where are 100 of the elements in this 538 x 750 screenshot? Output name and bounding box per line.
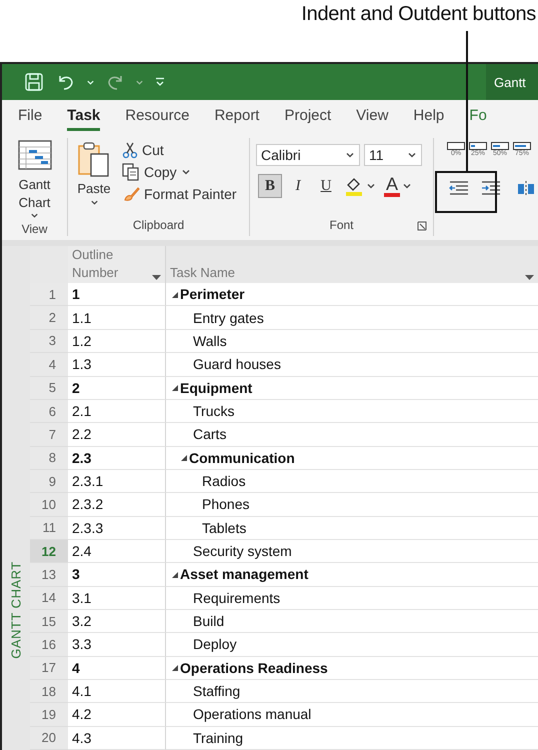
table-cell: Tablets [166, 516, 538, 540]
table-cell: 1.3 [68, 353, 166, 376]
table-cell: Deploy [166, 633, 538, 657]
table-cell: Perimeter [166, 283, 538, 306]
row-number[interactable]: 2 [30, 306, 68, 330]
view-bar-label: GANTT CHART [8, 561, 24, 659]
row-number[interactable]: 10 [30, 493, 68, 517]
dropdown-arrow-icon[interactable] [152, 275, 161, 282]
ribbon-tab[interactable]: Task [67, 103, 100, 132]
collapse-triangle-icon[interactable] [171, 384, 178, 392]
table-cell: 2.2 [68, 423, 166, 447]
group-label: Font [256, 218, 427, 236]
table-cell: 4 [68, 656, 166, 680]
table-cell: Carts [166, 423, 538, 447]
table-cell: Guard houses [166, 353, 538, 376]
ribbon-tab[interactable]: Help [413, 103, 444, 132]
row-number[interactable]: 17 [30, 656, 68, 680]
collapse-triangle-icon[interactable] [171, 570, 178, 578]
row-number[interactable]: 18 [30, 680, 68, 704]
table-cell: Equipment [166, 376, 538, 400]
table-cell: 1 [68, 283, 166, 306]
bold-button[interactable]: B [258, 174, 282, 198]
group-label: Clipboard [132, 218, 186, 234]
table-cell: Radios [166, 470, 538, 494]
table-cell: Entry gates [166, 306, 538, 330]
row-number[interactable]: 11 [30, 516, 68, 540]
row-number[interactable]: 3 [30, 330, 68, 354]
collapse-triangle-icon[interactable] [180, 454, 187, 462]
table-cell: 1.1 [68, 306, 166, 330]
row-number[interactable]: 6 [30, 400, 68, 424]
font-color-button[interactable]: A [382, 175, 414, 198]
table-cell: Asset management [166, 563, 538, 587]
copy-button[interactable]: Copy [120, 162, 239, 182]
row-number[interactable]: 5 [30, 376, 68, 400]
window-title: Gantt [486, 64, 538, 100]
table-cell: Operations Readiness [166, 656, 538, 680]
table-cell: 4.2 [68, 703, 166, 727]
gantt-chart-icon [18, 140, 52, 170]
ribbon-tab[interactable]: Project [284, 103, 332, 132]
group-label: View [20, 222, 48, 236]
row-number[interactable]: 7 [30, 423, 68, 447]
row-number[interactable]: 16 [30, 633, 68, 657]
table-cell: 4.1 [68, 680, 166, 704]
row-number[interactable]: 9 [30, 470, 68, 494]
table-cell: 4.3 [68, 726, 166, 750]
caret-icon [30, 211, 39, 220]
row-number[interactable]: 20 [30, 726, 68, 750]
table-cell: 3 [68, 563, 166, 587]
table-cell: 3.3 [68, 633, 166, 657]
format-painter-button[interactable]: Format Painter [120, 184, 239, 204]
paste-button[interactable]: Paste [74, 138, 114, 218]
table-cell: Walls [166, 330, 538, 354]
row-number[interactable]: 4 [30, 353, 68, 376]
ribbon-tab[interactable]: File [18, 103, 42, 132]
table-cell: Training [166, 726, 538, 750]
row-number[interactable]: 8 [30, 446, 68, 470]
cut-button[interactable]: Cut [120, 140, 239, 160]
underline-button[interactable]: U [314, 174, 338, 198]
callout-frame [435, 171, 497, 213]
table-cell: Staffing [166, 680, 538, 704]
row-number[interactable]: 19 [30, 703, 68, 727]
table-cell: Requirements [166, 586, 538, 610]
column-header: Task Name [170, 264, 236, 282]
table-cell: 2.1 [68, 400, 166, 424]
italic-button[interactable]: I [286, 174, 310, 198]
ribbon-tab[interactable]: Fo [469, 103, 487, 132]
table-cell: 2.3 [68, 446, 166, 470]
table-cell: Communication [166, 446, 538, 470]
row-number[interactable]: 13 [30, 563, 68, 587]
table-cell: 2.3.3 [68, 516, 166, 540]
table-cell: 2.3.1 [68, 470, 166, 494]
column-header: Outline Number [72, 246, 120, 282]
row-number[interactable]: 12 [30, 540, 68, 564]
ribbon-tab[interactable]: Resource [125, 103, 190, 132]
annotation-label: Indent and Outdent buttons [301, 3, 536, 26]
row-number[interactable]: 14 [30, 586, 68, 610]
table-cell: Trucks [166, 400, 538, 424]
scissors-icon [122, 141, 138, 160]
table-cell: 3.2 [68, 610, 166, 634]
table-cell: Build [166, 610, 538, 634]
collapse-triangle-icon[interactable] [171, 664, 178, 672]
ribbon-tab[interactable]: Report [214, 103, 260, 132]
table-cell: 2.4 [68, 540, 166, 564]
gantt-chart-button[interactable]: Gantt Chart [8, 138, 61, 222]
paint-bucket-icon [344, 176, 364, 196]
collapse-triangle-icon[interactable] [171, 290, 178, 298]
table-cell: Security system [166, 540, 538, 564]
row-number[interactable]: 1 [30, 283, 68, 306]
paintbrush-icon [122, 185, 140, 204]
dialog-launcher-icon[interactable] [417, 221, 427, 232]
copy-icon [122, 163, 140, 182]
table-cell: 2.3.2 [68, 493, 166, 517]
row-number[interactable]: 15 [30, 610, 68, 634]
ribbon-tab[interactable]: View [356, 103, 388, 132]
dropdown-arrow-icon[interactable] [525, 275, 534, 282]
table-cell: 2 [68, 376, 166, 400]
font-name-dropdown[interactable]: Calibri [256, 144, 360, 166]
table-cell: 3.1 [68, 586, 166, 610]
table-cell: Operations manual [166, 703, 538, 727]
font-size-dropdown[interactable]: 11 [364, 144, 422, 166]
